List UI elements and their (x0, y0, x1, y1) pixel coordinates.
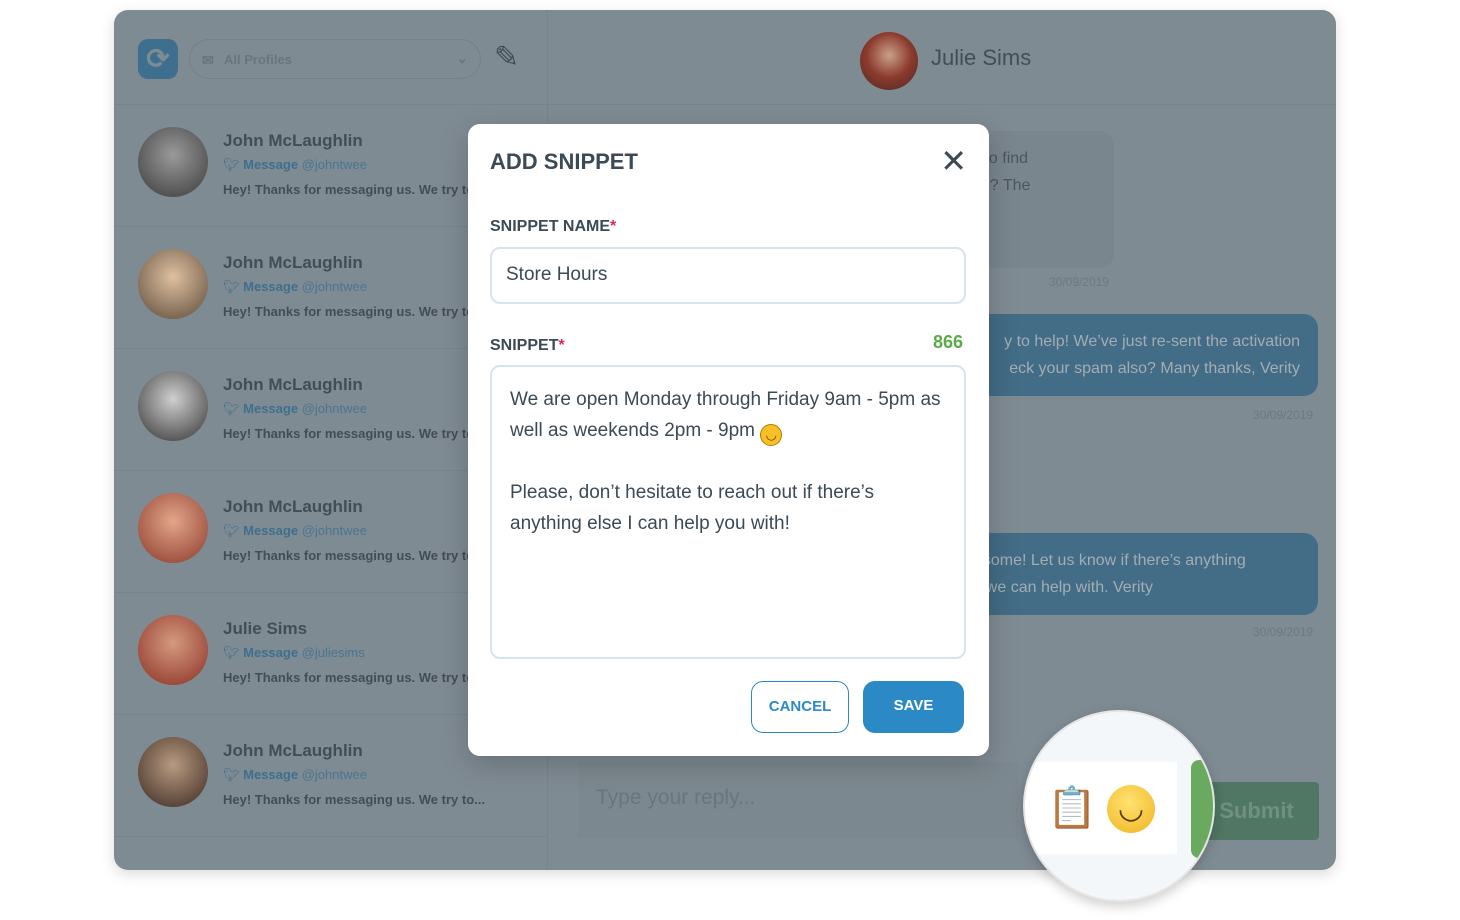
required-mark: * (610, 218, 617, 235)
add-snippet-modal: ADD SNIPPET ✕ SNIPPET NAME* Store Hours … (468, 124, 989, 756)
smiley-emoji-icon: ◡ (760, 424, 783, 446)
handle: @johntwee (301, 401, 367, 416)
handle: @johntwee (301, 767, 367, 782)
profiles-dropdown-label: All Profiles (224, 52, 292, 67)
character-count: 866 (932, 332, 963, 352)
message-date: 30/09/2019 (1253, 408, 1314, 422)
snippet-text: Please, don’t hesitate to reach out if t… (510, 482, 875, 534)
channel-label: Message (243, 645, 299, 660)
handle: @johntwee (301, 523, 367, 538)
avatar (860, 32, 918, 90)
twitter-bird-icon: 🐦︎ (223, 767, 240, 782)
channel-label: Message (243, 157, 299, 172)
label-text: SNIPPET NAME (490, 218, 611, 235)
channel-meta: 🐦︎ Message @johntwee (223, 401, 367, 417)
handle: @juliesims (301, 645, 365, 660)
message-date: 30/09/2019 (1049, 275, 1110, 289)
channel-meta: 🐦︎ Message @juliesims (223, 645, 365, 661)
channel-label: Message (243, 523, 299, 538)
modal-title: ADD SNIPPET (490, 149, 638, 174)
handle: @johntwee (301, 279, 367, 294)
channel-meta: 🐦︎ Message @johntwee (223, 767, 367, 783)
twitter-bird-icon: 🐦︎ (223, 523, 240, 538)
refresh-logo-icon[interactable]: ⟳ (138, 39, 178, 79)
message-date: 30/09/2019 (1253, 625, 1314, 639)
submit-button-edge (1191, 760, 1213, 858)
channel-label: Message (243, 401, 299, 416)
twitter-bird-icon: 🐦︎ (223, 157, 240, 172)
contact-name: Julie Sims (931, 45, 1032, 70)
message-bubble-outgoing: y to help! We’ve just re-sent the activa… (934, 314, 1318, 396)
save-button[interactable]: SAVE (863, 681, 964, 733)
message-preview: Hey! Thanks for messaging us. We try to (223, 426, 475, 441)
snippet-clipboard-icon[interactable]: 📋 (1047, 784, 1097, 831)
channel-label: Message (243, 279, 299, 294)
chat-header: Julie Sims (548, 10, 1336, 105)
message-preview: Hey! Thanks for messaging us. We try to.… (223, 792, 485, 807)
message-preview: Hey! Thanks for messaging us. We try to (223, 670, 475, 685)
profiles-dropdown[interactable]: ✉ All Profiles ⌄ (189, 39, 481, 79)
envelope-icon: ✉ (202, 52, 214, 68)
channel-label: Message (243, 767, 299, 782)
message-preview: Hey! Thanks for messaging us. We try to (223, 548, 475, 563)
contact-name: John McLaughlin (223, 375, 363, 394)
cancel-button[interactable]: CANCEL (751, 681, 849, 733)
channel-meta: 🐦︎ Message @johntwee (223, 523, 367, 539)
magnifier-callout: 📋 ◡ (1023, 710, 1215, 902)
snippet-name-label: SNIPPET NAME* (490, 218, 616, 236)
contact-name: Julie Sims (223, 619, 308, 638)
snippet-text: We are open Monday through Friday 9am - … (510, 389, 946, 441)
avatar (138, 249, 208, 319)
avatar (138, 615, 208, 685)
message-preview: Hey! Thanks for messaging us. We try to (223, 304, 475, 319)
close-icon[interactable]: ✕ (940, 142, 967, 180)
twitter-bird-icon: 🐦︎ (223, 401, 240, 416)
message-bubble-outgoing: Awesome! Let us know if there’s anything… (934, 533, 1318, 615)
snippet-textarea[interactable]: We are open Monday through Friday 9am - … (490, 365, 966, 659)
label-text: SNIPPET (490, 337, 559, 354)
message-preview: Hey! Thanks for messaging us. We try to (223, 182, 475, 197)
channel-meta: 🐦︎ Message @johntwee (223, 279, 367, 295)
emoji-picker-icon[interactable]: ◡ (1107, 785, 1155, 833)
avatar (138, 493, 208, 563)
reply-input[interactable]: Type your reply... (578, 762, 1018, 838)
twitter-bird-icon: 🐦︎ (223, 279, 240, 294)
avatar (138, 127, 208, 197)
contact-name: John McLaughlin (223, 497, 363, 516)
contact-name: John McLaughlin (223, 741, 363, 760)
snippet-name-input[interactable]: Store Hours (490, 247, 966, 304)
sidebar-toolbar: ⟳ ✉ All Profiles ⌄ ✎ (114, 10, 547, 105)
contact-name: John McLaughlin (223, 131, 363, 150)
compose-pencil-icon[interactable]: ✎ (494, 40, 519, 75)
chevron-down-icon: ⌄ (456, 50, 468, 66)
twitter-bird-icon: 🐦︎ (223, 645, 240, 660)
contact-name: John McLaughlin (223, 253, 363, 272)
avatar (138, 737, 208, 807)
handle: @johntwee (301, 157, 367, 172)
required-mark: * (558, 337, 565, 354)
snippet-label: SNIPPET* (490, 337, 565, 355)
channel-meta: 🐦︎ Message @johntwee (223, 157, 367, 173)
avatar (138, 371, 208, 441)
